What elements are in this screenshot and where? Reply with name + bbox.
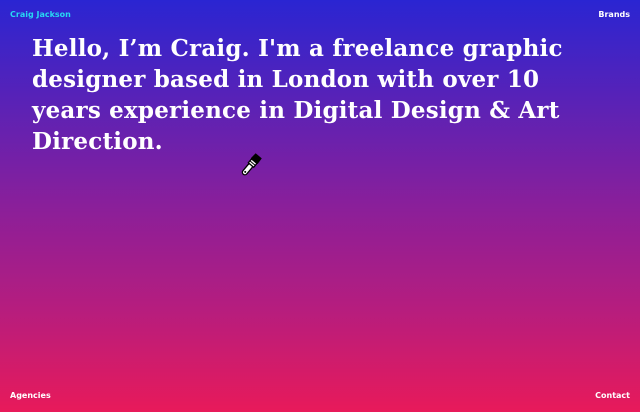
paintbrush-icon <box>236 150 266 180</box>
agencies-link[interactable]: Agencies <box>10 392 51 400</box>
home-link[interactable]: Craig Jackson <box>10 11 71 19</box>
contact-link[interactable]: Contact <box>595 392 630 400</box>
hero-intro-text: Hello, I’m Craig. I'm a freelance graphi… <box>32 35 563 155</box>
brands-link[interactable]: Brands <box>598 11 630 19</box>
